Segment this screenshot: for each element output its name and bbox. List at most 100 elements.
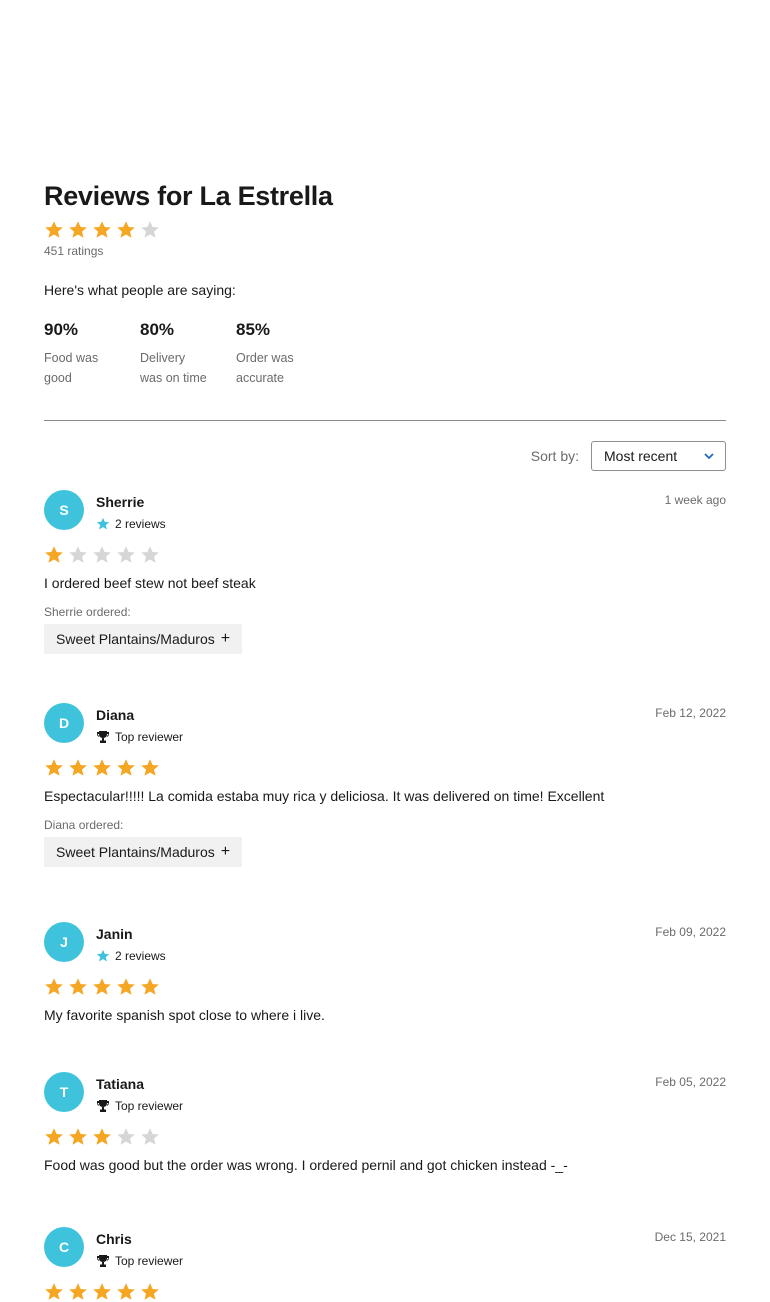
star-filled-icon — [140, 1282, 160, 1302]
review-text: My favorite spanish spot close to where … — [44, 1007, 325, 1023]
star-filled-icon — [44, 220, 64, 240]
review-stars — [44, 1127, 726, 1147]
stats-row: 90% Food was good 80% Delivery was on ti… — [44, 320, 726, 388]
star-filled-icon — [140, 758, 160, 778]
avatar: T — [44, 1072, 84, 1112]
reviewer-badge: Top reviewer — [96, 1099, 655, 1113]
reviewer-name[interactable]: Diana — [96, 707, 655, 723]
review-text: I ordered beef stew not beef steak — [44, 575, 256, 591]
avatar: S — [44, 490, 84, 530]
stat-percent: 90% — [44, 320, 79, 339]
reviewer-badge: 2 reviews — [96, 517, 665, 531]
plus-icon: + — [220, 630, 231, 647]
reviewer-badge-label: Top reviewer — [115, 730, 184, 744]
sort-value: Most recent — [604, 448, 678, 464]
review-date: Feb 05, 2022 — [655, 1075, 726, 1089]
stat-percent: 85% — [236, 320, 271, 339]
reviewer-name[interactable]: Janin — [96, 926, 655, 942]
reviewer-badge: Top reviewer — [96, 1254, 655, 1268]
stat-delivery: 80% Delivery was on time — [140, 320, 210, 388]
trophy-icon — [96, 1255, 110, 1267]
star-filled-icon — [68, 1127, 88, 1147]
star-filled-icon — [68, 1282, 88, 1302]
review-date: Dec 15, 2021 — [654, 1230, 726, 1244]
star-empty-icon — [116, 545, 136, 565]
star-filled-icon — [44, 545, 64, 565]
star-filled-icon — [92, 1282, 112, 1302]
review-date: 1 week ago — [664, 493, 726, 507]
star-filled-icon — [116, 977, 136, 997]
sort-label: Sort by: — [530, 448, 579, 464]
trophy-icon — [96, 1100, 110, 1112]
reviewer-badge-label: 2 reviews — [115, 949, 166, 963]
star-filled-icon — [116, 1282, 136, 1302]
reviewer-badge-label: Top reviewer — [115, 1099, 184, 1113]
review-text: Food was good but the order was wrong. I… — [44, 1157, 568, 1173]
review-item: D Diana Top reviewer Feb 12, 2022 Espectacul… — [44, 703, 726, 867]
reviewer-badge-label: Top reviewer — [115, 1254, 184, 1268]
star-filled-icon — [92, 220, 112, 240]
star-filled-icon — [44, 977, 64, 997]
star-empty-icon — [92, 545, 112, 565]
plus-icon: + — [220, 843, 231, 860]
review-stars — [44, 758, 726, 778]
ordered-item-chip[interactable]: Sweet Plantains/Maduros + — [44, 624, 243, 654]
reviewer-badge-label: 2 reviews — [115, 517, 166, 531]
reviewer-name[interactable]: Tatiana — [96, 1076, 655, 1092]
review-item: J Janin 2 reviews Feb 09, 2022 My favorite s… — [44, 922, 726, 1023]
star-filled-icon — [68, 220, 88, 240]
star-filled-icon — [116, 758, 136, 778]
review-date: Feb 12, 2022 — [655, 706, 726, 720]
summary-heading: Here's what people are saying: — [44, 282, 236, 298]
stat-accuracy: 85% Order was accurate — [236, 320, 306, 388]
sort-select[interactable]: Most recent — [591, 441, 726, 471]
review-stars — [44, 545, 726, 565]
reviewer-badge: 2 reviews — [96, 949, 655, 963]
reviewer-name[interactable]: Chris — [96, 1231, 655, 1247]
star-filled-icon — [92, 977, 112, 997]
stat-percent: 80% — [140, 320, 175, 339]
chevron-down-icon — [704, 453, 714, 460]
star-filled-icon — [92, 1127, 112, 1147]
stat-label: Order was accurate — [236, 351, 294, 385]
ordered-item-label: Sweet Plantains/Maduros — [56, 844, 215, 860]
overall-rating-stars — [44, 220, 726, 240]
stat-label: Delivery was on time — [140, 351, 207, 385]
star-filled-icon — [68, 758, 88, 778]
stat-food: 90% Food was good — [44, 320, 114, 388]
avatar: J — [44, 922, 84, 962]
star-empty-icon — [140, 1127, 160, 1147]
star-empty-icon — [116, 1127, 136, 1147]
reviewer-name[interactable]: Sherrie — [96, 494, 665, 510]
star-icon — [96, 517, 110, 530]
star-filled-icon — [116, 220, 136, 240]
divider — [44, 420, 726, 421]
page-title: Reviews for La Estrella — [44, 181, 333, 211]
review-date: Feb 09, 2022 — [655, 925, 726, 939]
review-item: S Sherrie 2 reviews 1 week ago I ordered bee… — [44, 490, 726, 654]
review-item: C Chris Top reviewer Dec 15, 2021 — [44, 1227, 726, 1302]
star-filled-icon — [44, 758, 64, 778]
review-stars — [44, 977, 726, 997]
star-empty-icon — [68, 545, 88, 565]
ratings-count: 451 ratings — [44, 244, 104, 258]
review-stars — [44, 1282, 726, 1302]
star-filled-icon — [68, 977, 88, 997]
review-item: T Tatiana Top reviewer Feb 05, 2022 Food was… — [44, 1072, 726, 1173]
reviewer-badge: Top reviewer — [96, 730, 655, 744]
ordered-item-label: Sweet Plantains/Maduros — [56, 631, 215, 647]
star-filled-icon — [44, 1127, 64, 1147]
star-empty-icon — [140, 220, 160, 240]
star-filled-icon — [44, 1282, 64, 1302]
stat-label: Food was good — [44, 351, 99, 385]
star-empty-icon — [140, 545, 160, 565]
star-filled-icon — [92, 758, 112, 778]
reviews-section: Reviews for La Estrella 451 ratings Here… — [44, 178, 726, 471]
ordered-label: Sherrie ordered: — [44, 605, 131, 619]
ordered-item-chip[interactable]: Sweet Plantains/Maduros + — [44, 837, 243, 867]
star-icon — [96, 949, 110, 962]
sort-row: Sort by: Most recent — [44, 441, 726, 471]
trophy-icon — [96, 731, 110, 743]
avatar: C — [44, 1227, 84, 1267]
star-filled-icon — [140, 977, 160, 997]
